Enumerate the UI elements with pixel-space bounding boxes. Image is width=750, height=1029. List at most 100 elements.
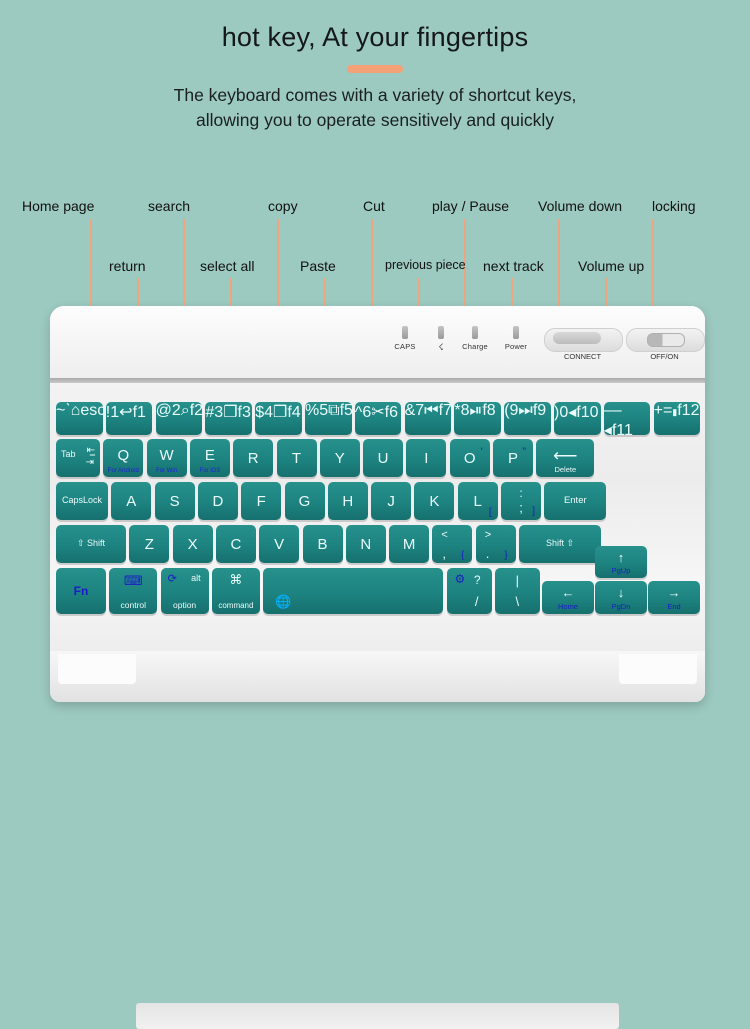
key-letter: C xyxy=(230,536,242,553)
key-x[interactable]: X xyxy=(172,525,213,563)
key-m[interactable]: M xyxy=(389,525,430,563)
key-enter[interactable]: Enter xyxy=(544,482,607,520)
key-delete[interactable]: ⟵ Delete xyxy=(536,439,595,477)
callout-label-search: search xyxy=(148,198,191,214)
key-f12[interactable]: +=▮f12 xyxy=(653,402,701,435)
power-switch-label: OFF/ON xyxy=(650,352,679,361)
key-f4[interactable]: $4❐f4 xyxy=(255,402,302,435)
key-lower-symbol: , xyxy=(442,546,447,561)
caps-led-icon xyxy=(402,326,408,339)
callout-label-locking: locking xyxy=(652,198,696,214)
key-s[interactable]: S xyxy=(154,482,195,520)
key-letter: J xyxy=(387,493,395,510)
option-icon: ⟳ xyxy=(167,573,177,585)
key-letter: Y xyxy=(334,450,345,467)
backspace-arrow-icon: ⟵ xyxy=(553,446,578,465)
key-shift[interactable]: ⇧ Shift xyxy=(56,525,126,563)
keyboard-device: CAPS ☇ Charge Power CONNECT OFF/ON ~ˋ⌂es… xyxy=(50,306,705,1029)
key-platform-sublabel: For iOS xyxy=(199,468,221,474)
key-y[interactable]: Y xyxy=(319,439,360,477)
key-space[interactable]: 🌐 xyxy=(263,568,444,614)
key-letter: S xyxy=(169,493,180,510)
key-home[interactable]: ← Home xyxy=(542,581,594,614)
power-switch[interactable] xyxy=(626,328,705,352)
key-f[interactable]: F xyxy=(241,482,282,520)
connect-button[interactable] xyxy=(544,328,623,352)
keyboard-base-ledge xyxy=(50,651,705,1029)
key-f11[interactable]: ––◂f11 xyxy=(603,402,651,439)
key-f6[interactable]: ^6✂f6 xyxy=(354,402,402,435)
key-capslock-label: CapsLock xyxy=(61,495,103,505)
key-shift-symbol: ~ xyxy=(56,402,66,419)
key-r[interactable]: R xyxy=(233,439,274,477)
key-a[interactable]: A xyxy=(111,482,152,520)
key-tab[interactable]: Tab ⇤̲ ⇥ xyxy=(56,439,100,477)
key-j[interactable]: J xyxy=(371,482,412,520)
key-pgup[interactable]: ↑ PgUp xyxy=(595,546,647,578)
key-f7[interactable]: &7⏮f7 xyxy=(404,402,452,435)
key-f8[interactable]: *8⏯f8 xyxy=(454,402,501,435)
key-z[interactable]: Z xyxy=(129,525,170,563)
key-option[interactable]: ⟳ alt option xyxy=(160,568,209,614)
key-b[interactable]: B xyxy=(302,525,343,563)
key--[interactable]: ⚙? / xyxy=(446,568,492,614)
key-u[interactable]: U xyxy=(363,439,404,477)
key-f2[interactable]: @2⌕f2 xyxy=(155,402,203,435)
key-shift-symbol: + xyxy=(653,402,663,419)
select-all-icon: ❐ xyxy=(273,404,288,421)
key-letter: X xyxy=(187,536,198,553)
key-f3[interactable]: #3❐f3 xyxy=(205,402,252,435)
key-fn[interactable]: Fn xyxy=(56,568,106,614)
key-h[interactable]: H xyxy=(327,482,368,520)
key-pgdn[interactable]: ↓ PgDn xyxy=(595,581,647,614)
power-switch-slider[interactable] xyxy=(647,333,685,347)
key-g[interactable]: G xyxy=(284,482,325,520)
shift-up-icon: Shift ⇧ xyxy=(545,538,575,548)
tablet-stand-groove xyxy=(136,1003,619,1029)
key-super-symbol: ' xyxy=(478,446,483,458)
key-.[interactable]: >.} xyxy=(475,525,516,563)
key-q[interactable]: Q For Android xyxy=(103,439,144,477)
key-i[interactable]: I xyxy=(406,439,447,477)
key--[interactable]: | \ xyxy=(494,568,540,614)
key-shift-right[interactable]: Shift ⇧ xyxy=(519,525,601,563)
arrow-right-icon: → xyxy=(667,585,681,600)
callout-label-play-pause: play / Pause xyxy=(432,198,510,214)
callout-label-previous-piece: previous piece xyxy=(385,258,466,272)
key-end[interactable]: → End xyxy=(648,581,700,614)
indicator-power: Power xyxy=(500,326,532,351)
next-track-icon: ⏭ xyxy=(518,402,533,419)
key-esc[interactable]: ~ˋ⌂esc xyxy=(56,402,105,435)
key-k[interactable]: K xyxy=(414,482,455,520)
connect-button-cap xyxy=(553,332,601,344)
key-primary-symbol: 6 xyxy=(362,404,372,421)
key-d[interactable]: D xyxy=(197,482,238,520)
key-control[interactable]: ⌨ control xyxy=(109,568,158,614)
arrow-down-icon: ↓ xyxy=(617,585,625,600)
key-f10[interactable]: )0◂f10 xyxy=(554,402,601,435)
key-t[interactable]: T xyxy=(276,439,317,477)
key-e[interactable]: E For iOS xyxy=(189,439,230,477)
key-slash-symbol: / xyxy=(474,594,479,609)
key-p[interactable]: P ” xyxy=(493,439,533,477)
title-underline-accent xyxy=(347,65,403,73)
key-f1[interactable]: !1↩f1 xyxy=(105,402,153,435)
key-,[interactable]: <, { xyxy=(432,525,473,563)
key-command[interactable]: ⌘ command xyxy=(211,568,260,614)
connect-label: CONNECT xyxy=(563,352,602,361)
key-l[interactable]: L[ xyxy=(457,482,498,520)
key-capslock[interactable]: CapsLock xyxy=(56,482,108,520)
callout-label-return: return xyxy=(109,258,146,274)
key-shift-symbol: % xyxy=(305,402,320,419)
key-f5[interactable]: %5⧉f5 xyxy=(305,402,353,435)
key-;[interactable]: :;] xyxy=(501,482,541,520)
key-w[interactable]: W For Win xyxy=(146,439,187,477)
key-f9[interactable]: (9⏭f9 xyxy=(504,402,551,435)
key-n[interactable]: N xyxy=(345,525,386,563)
key-c[interactable]: C xyxy=(215,525,256,563)
globe-icon: 🌐 xyxy=(275,594,292,609)
key-o[interactable]: O ' xyxy=(449,439,490,477)
key-bracket-symbol: ] xyxy=(532,506,535,517)
tab-icon: ⇤̲ xyxy=(86,445,95,456)
key-v[interactable]: V xyxy=(259,525,300,563)
